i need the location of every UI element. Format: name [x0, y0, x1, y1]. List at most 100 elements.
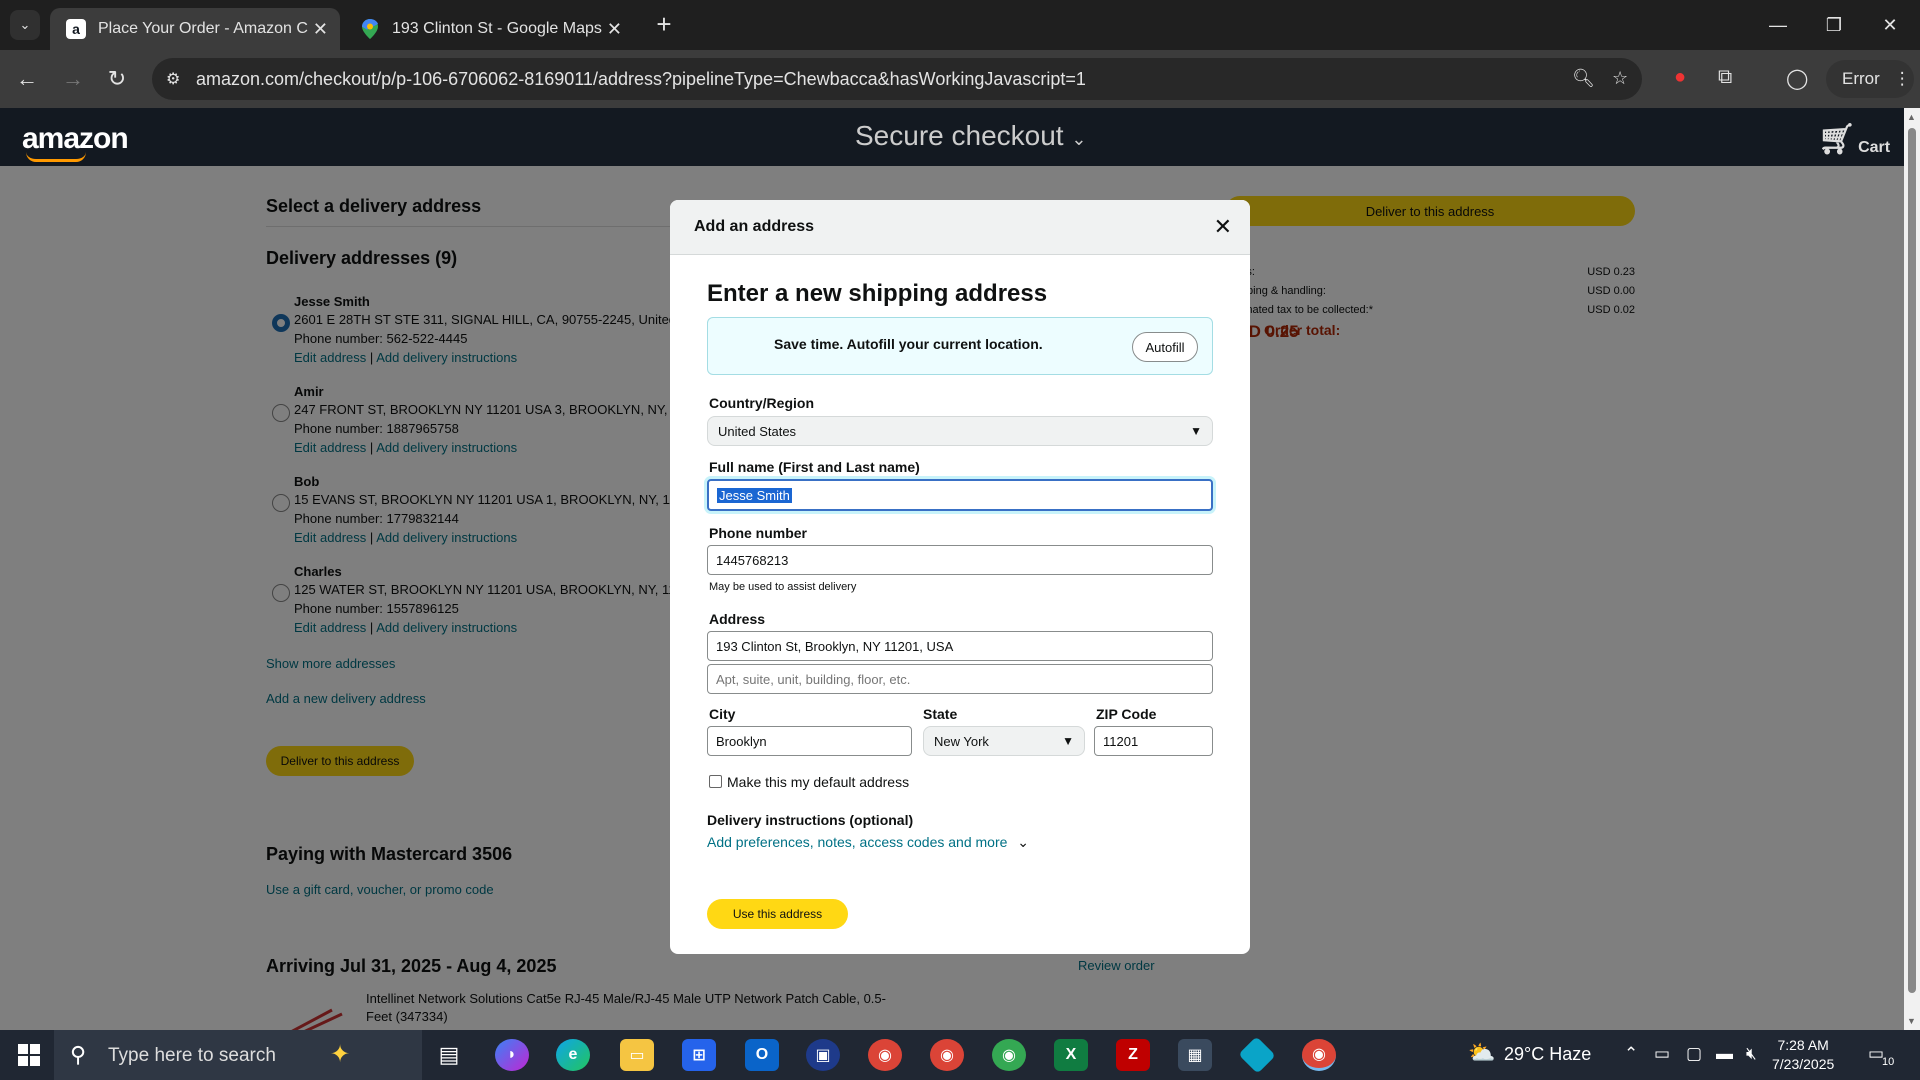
edge-browser-icon[interactable]: e — [556, 1039, 590, 1071]
city-label: City — [709, 706, 736, 722]
delivery-preferences-link[interactable]: Add preferences, notes, access codes and… — [707, 834, 1029, 851]
modal-header: Add an address ✕ — [670, 200, 1250, 255]
system-clock[interactable]: 7:28 AM 7/23/2025 — [1772, 1036, 1834, 1074]
chevron-down-icon: ⌄ — [1071, 129, 1087, 149]
profile-icon[interactable]: ◯ — [1786, 66, 1808, 91]
autofill-button[interactable]: Autofill — [1132, 332, 1198, 362]
windows-start-icon[interactable] — [18, 1044, 40, 1066]
tab-google-maps[interactable]: 193 Clinton St - Google Maps ✕ — [344, 8, 634, 50]
teams-calendar-icon[interactable]: ▣ — [806, 1039, 840, 1071]
extension-red-icon[interactable]: ● — [1674, 66, 1686, 89]
meet-icon[interactable]: ▢ — [1686, 1044, 1702, 1064]
profile-error-label: Error — [1842, 69, 1880, 88]
close-icon: ✕ — [1882, 14, 1898, 35]
amazon-favicon-icon: a — [66, 19, 86, 39]
network-icon[interactable]: ▭ — [1654, 1044, 1670, 1064]
phone-label: Phone number — [709, 525, 808, 541]
url-text[interactable]: amazon.com/checkout/p/p-106-6706062-8169… — [196, 69, 1086, 90]
taskbar-search[interactable]: ⚲ Type here to search ✦ — [54, 1030, 422, 1080]
full-name-input[interactable]: Jesse Smith — [707, 479, 1213, 511]
scroll-up-icon[interactable]: ▲ — [1907, 112, 1916, 122]
city-input[interactable]: Brooklyn — [707, 726, 912, 756]
autofill-message: Save time. Autofill your current locatio… — [774, 336, 1043, 352]
address-line2-input[interactable]: Apt, suite, unit, building, floor, etc. — [707, 664, 1213, 694]
modal-title: Add an address — [694, 218, 815, 235]
profile-error-button[interactable]: Error ⋮ — [1826, 60, 1914, 98]
page-scrollbar[interactable]: ▲ ▼ — [1904, 108, 1920, 1030]
browser-toolbar: ← → ↻ ⚙ amazon.com/checkout/p/p-106-6706… — [0, 50, 1920, 108]
scrollbar-thumb[interactable] — [1908, 128, 1916, 993]
search-icon: ⚲ — [70, 1042, 87, 1067]
tab-title: 193 Clinton St - Google Maps — [392, 20, 602, 37]
file-explorer-icon[interactable]: ▭ — [620, 1039, 654, 1071]
minimize-button[interactable]: — — [1750, 0, 1806, 50]
weather-icon[interactable]: ⛅ — [1468, 1040, 1495, 1066]
volume-muted-icon[interactable]: 🔇︎ — [1746, 1044, 1757, 1064]
plus-icon: + — [656, 8, 672, 39]
reload-icon: ↻ — [107, 66, 127, 91]
chevron-down-icon: ▼ — [1190, 424, 1202, 438]
chrome-icon[interactable]: ◉ — [868, 1039, 902, 1071]
amazon-smile-icon — [26, 152, 86, 162]
amazon-logo[interactable]: amazon — [22, 122, 129, 156]
browser-tab-bar: ⌄ a Place Your Order - Amazon Che ✕ 193 … — [0, 0, 1920, 50]
country-select[interactable]: United States ▼ — [707, 416, 1213, 446]
restore-button[interactable]: ❐ — [1806, 0, 1862, 50]
site-info-icon[interactable]: ⚙ — [166, 69, 180, 89]
chevron-up-icon[interactable]: ⌃ — [1624, 1044, 1638, 1064]
back-button[interactable]: ← — [10, 62, 44, 96]
zip-value: 11201 — [1103, 734, 1139, 749]
clock-date: 7/23/2025 — [1772, 1056, 1835, 1072]
kebab-menu-icon[interactable]: ⋮ — [1894, 69, 1911, 89]
full-name-label: Full name (First and Last name) — [709, 459, 920, 475]
use-this-address-button[interactable]: Use this address — [707, 899, 848, 929]
close-window-button[interactable]: ✕ — [1862, 0, 1918, 50]
forward-button[interactable]: → — [56, 62, 90, 96]
copilot-sparkle-icon[interactable]: ✦ — [330, 1040, 350, 1069]
address-line2-placeholder: Apt, suite, unit, building, floor, etc. — [716, 672, 911, 687]
new-tab-button[interactable]: + — [650, 8, 678, 39]
chrome-active-icon[interactable]: ◉ — [1302, 1039, 1336, 1071]
task-view-icon[interactable]: ▤ — [432, 1039, 466, 1071]
chrome-profile-icon[interactable]: ◉ — [930, 1039, 964, 1071]
tab-search-button[interactable]: ⌄ — [10, 10, 40, 40]
default-address-label[interactable]: Make this my default address — [727, 774, 909, 790]
state-select[interactable]: New York ▼ — [923, 726, 1085, 756]
close-tab-icon[interactable]: ✕ — [313, 19, 328, 40]
chevron-down-icon: ⌄ — [19, 17, 31, 32]
phone-value: 1445768213 — [716, 553, 789, 568]
extensions-puzzle-icon[interactable]: ⧉ — [1718, 66, 1732, 89]
outlook-icon[interactable]: O — [745, 1039, 779, 1071]
battery-icon[interactable]: ▬ — [1716, 1044, 1733, 1064]
microsoft-store-icon[interactable]: ⊞ — [682, 1039, 716, 1071]
filezilla-icon[interactable]: Z — [1116, 1039, 1150, 1071]
chevron-down-icon: ⌄ — [1017, 834, 1030, 850]
weather-text[interactable]: 29°C Haze — [1504, 1044, 1591, 1065]
zip-input[interactable]: 11201 — [1094, 726, 1213, 756]
address-bar[interactable]: ⚙ amazon.com/checkout/p/p-106-6706062-81… — [152, 58, 1642, 100]
phone-input[interactable]: 1445768213 — [707, 545, 1213, 575]
address-label: Address — [709, 611, 766, 627]
bookmark-star-icon[interactable]: ☆ — [1612, 68, 1628, 89]
default-address-checkbox[interactable] — [709, 775, 722, 788]
copilot-app-icon[interactable]: ◗ — [495, 1039, 529, 1071]
chevron-down-icon: ▼ — [1062, 734, 1074, 748]
cart-icon: 🛒︎ — [1818, 123, 1857, 156]
excel-icon[interactable]: X — [1054, 1039, 1088, 1071]
zoom-icon[interactable]: 🔍︎ — [1572, 68, 1595, 89]
state-value: New York — [934, 734, 989, 749]
diamond-app-icon[interactable] — [1238, 1036, 1276, 1074]
calculator-icon[interactable]: ▦ — [1178, 1039, 1212, 1071]
windows-taskbar: ⚲ Type here to search ✦ ▤ ◗ e ▭ ⊞ O ▣ ◉ … — [0, 1030, 1920, 1080]
scroll-down-icon[interactable]: ▼ — [1907, 1016, 1916, 1026]
reload-button[interactable]: ↻ — [100, 62, 134, 96]
cart-link[interactable]: 🛒︎ Cart — [1818, 122, 1890, 157]
autofill-banner: Save time. Autofill your current locatio… — [707, 317, 1213, 375]
close-modal-icon[interactable]: ✕ — [1214, 214, 1232, 240]
secure-checkout-title[interactable]: Secure checkout ⌄ — [855, 120, 1086, 152]
close-tab-icon[interactable]: ✕ — [607, 19, 622, 40]
address-line1-input[interactable]: 193 Clinton St, Brooklyn, NY 11201, USA — [707, 631, 1213, 661]
tab-amazon-checkout[interactable]: a Place Your Order - Amazon Che ✕ — [50, 8, 340, 50]
chrome-alt-icon[interactable]: ◉ — [992, 1039, 1026, 1071]
full-name-value: Jesse Smith — [717, 488, 792, 503]
